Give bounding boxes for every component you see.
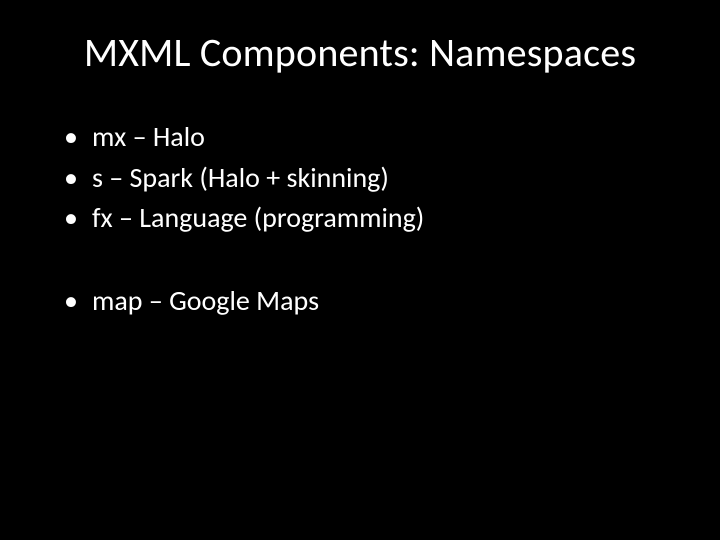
- list-item: s – Spark (Halo + skinning): [64, 158, 670, 199]
- list-item: fx – Language (programming): [64, 198, 670, 239]
- list-item: mx – Halo: [64, 117, 670, 158]
- spacer: [50, 239, 670, 281]
- bullet-list: map – Google Maps: [50, 281, 670, 322]
- slide: MXML Components: Namespaces mx – Halo s …: [0, 0, 720, 540]
- slide-title: MXML Components: Namespaces: [50, 28, 670, 77]
- bullet-list: mx – Halo s – Spark (Halo + skinning) fx…: [50, 117, 670, 239]
- list-item: map – Google Maps: [64, 281, 670, 322]
